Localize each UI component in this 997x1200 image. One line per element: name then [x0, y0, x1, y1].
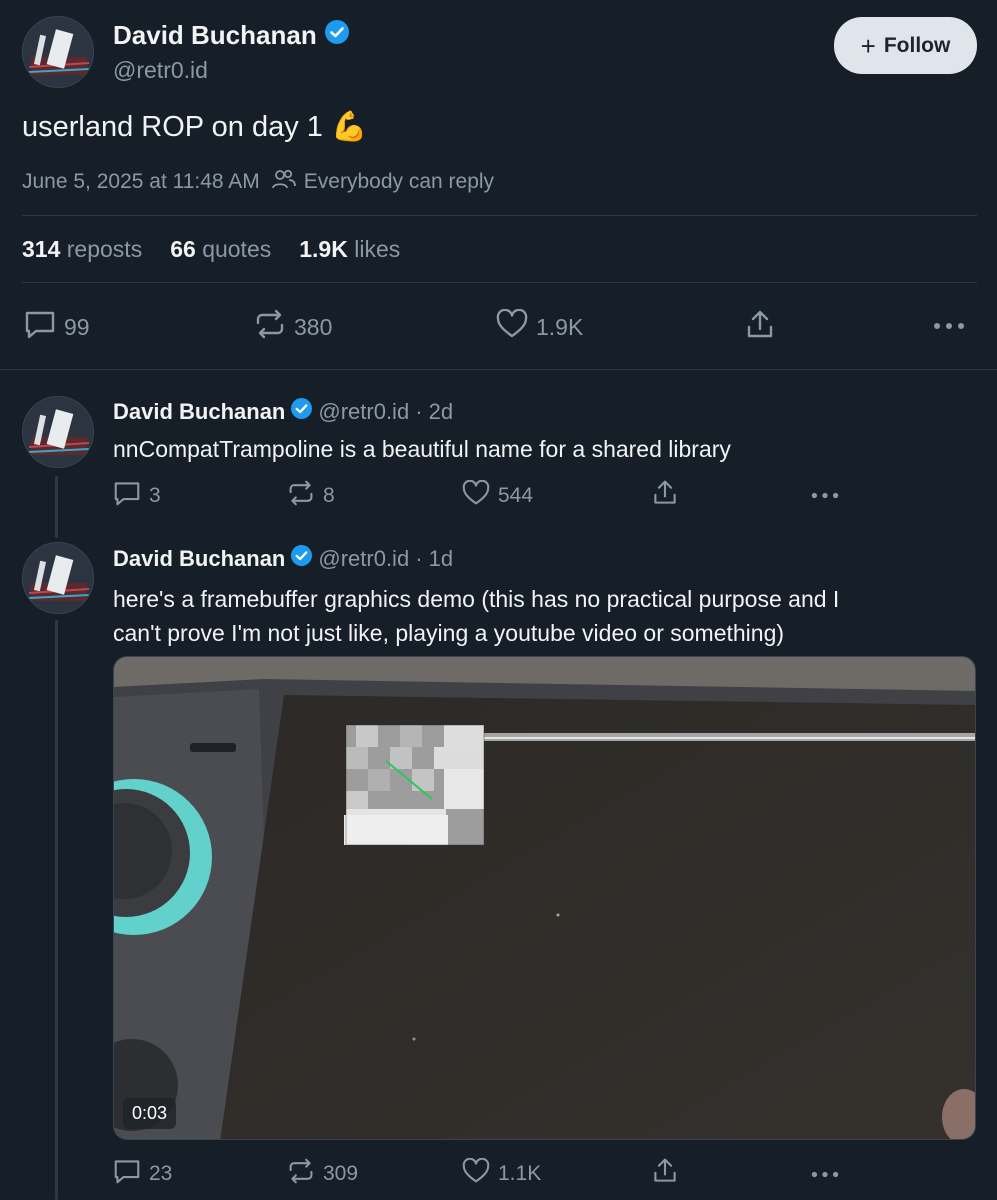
quotes-stat[interactable]: 66 quotes	[170, 236, 271, 263]
thread-line	[55, 620, 58, 1200]
repost-count: 380	[294, 313, 333, 340]
heart-icon	[462, 1157, 490, 1190]
post-text: userland ROP on day 1 💪	[22, 111, 368, 143]
like-button[interactable]: 1.1K	[462, 1157, 542, 1190]
reply-count: 3	[149, 484, 161, 507]
heart-icon	[496, 308, 528, 345]
video-duration-badge: 0:03	[123, 1098, 177, 1129]
share-button[interactable]	[651, 1157, 679, 1190]
follow-button-label: Follow	[883, 33, 951, 57]
more-icon	[810, 487, 840, 504]
reposts-label: reposts	[66, 236, 143, 262]
author-name[interactable]: David Buchanan	[113, 399, 285, 425]
reply-button[interactable]: 99	[24, 309, 90, 345]
divider	[0, 369, 997, 370]
avatar[interactable]	[22, 542, 94, 614]
reply-header: David Buchanan @retr0.id · 1d	[113, 545, 453, 572]
engagement-stats: 314 reposts 66 quotes 1.9K likes	[22, 236, 400, 263]
more-options-button[interactable]	[810, 1166, 840, 1184]
reply-text-line: can't prove I'm not just like, playing a…	[113, 620, 785, 646]
post-timestamp[interactable]: June 5, 2025 at 11:48 AM	[22, 170, 260, 194]
reply-text: here's a framebuffer graphics demo (this…	[113, 582, 839, 650]
reply-icon	[113, 1158, 141, 1190]
repost-count: 8	[323, 484, 335, 507]
author-name-text[interactable]: David Buchanan	[113, 20, 317, 51]
reply-button[interactable]: 23	[113, 1158, 172, 1190]
avatar[interactable]	[22, 16, 94, 88]
post-metadata: June 5, 2025 at 11:48 AM Everybody can r…	[22, 168, 494, 196]
reposts-count: 314	[22, 236, 61, 262]
reply-button[interactable]: 3	[113, 480, 161, 512]
likes-stat[interactable]: 1.9K likes	[299, 236, 400, 263]
share-icon	[651, 1158, 679, 1189]
like-count: 1.1K	[498, 1162, 542, 1185]
reposts-stat[interactable]: 314 reposts	[22, 236, 142, 263]
divider	[22, 215, 977, 216]
repost-button[interactable]: 8	[287, 480, 335, 512]
reply-text-line: here's a framebuffer graphics demo (this…	[113, 586, 840, 612]
like-button[interactable]: 1.9K	[496, 308, 584, 345]
share-button[interactable]	[744, 309, 776, 346]
repost-button[interactable]: 380	[254, 309, 332, 345]
repost-button[interactable]: 309	[287, 1158, 358, 1190]
reply-count: 99	[64, 313, 90, 340]
author-handle[interactable]: @retr0.id	[113, 57, 208, 84]
more-options-button[interactable]	[932, 318, 966, 336]
like-count: 1.9K	[536, 313, 584, 340]
quotes-count: 66	[170, 236, 196, 262]
people-icon	[271, 168, 296, 196]
avatar[interactable]	[22, 396, 94, 468]
video-frame	[114, 657, 975, 1139]
author-name[interactable]: David Buchanan	[113, 546, 285, 572]
verified-badge-icon	[291, 545, 313, 572]
more-icon	[810, 1166, 840, 1183]
reply-count: 23	[149, 1162, 173, 1185]
post-time[interactable]: · 1d	[415, 546, 453, 572]
reply-setting: Everybody can reply	[303, 170, 495, 193]
reply-header: David Buchanan @retr0.id · 2d	[113, 398, 453, 425]
repost-icon	[287, 480, 315, 512]
more-icon	[932, 318, 966, 335]
more-options-button[interactable]	[810, 487, 840, 505]
reply-icon	[113, 480, 141, 512]
likes-label: likes	[354, 236, 401, 262]
likes-count: 1.9K	[299, 236, 348, 262]
follow-button[interactable]: + Follow	[834, 17, 977, 74]
like-button[interactable]: 544	[462, 479, 534, 512]
post-time[interactable]: · 2d	[415, 399, 453, 425]
repost-icon	[254, 309, 286, 345]
author-handle[interactable]: @retr0.id	[318, 546, 409, 572]
verified-badge-icon	[324, 20, 349, 51]
quotes-label: quotes	[202, 236, 272, 262]
repost-count: 309	[323, 1162, 359, 1185]
repost-icon	[287, 1158, 315, 1190]
thread-line	[55, 476, 58, 538]
reply-icon	[24, 309, 56, 345]
video-player[interactable]: 0:03	[113, 656, 976, 1140]
share-button[interactable]	[651, 479, 679, 512]
share-icon	[744, 310, 776, 345]
author-handle[interactable]: @retr0.id	[318, 399, 409, 425]
plus-icon: +	[860, 30, 876, 61]
share-icon	[651, 480, 679, 511]
heart-icon	[462, 479, 490, 512]
like-count: 544	[498, 484, 534, 507]
reply-text: nnCompatTrampoline is a beautiful name f…	[113, 436, 731, 462]
author-name[interactable]: David Buchanan	[113, 20, 349, 51]
verified-badge-icon	[291, 398, 313, 425]
divider	[22, 282, 977, 283]
